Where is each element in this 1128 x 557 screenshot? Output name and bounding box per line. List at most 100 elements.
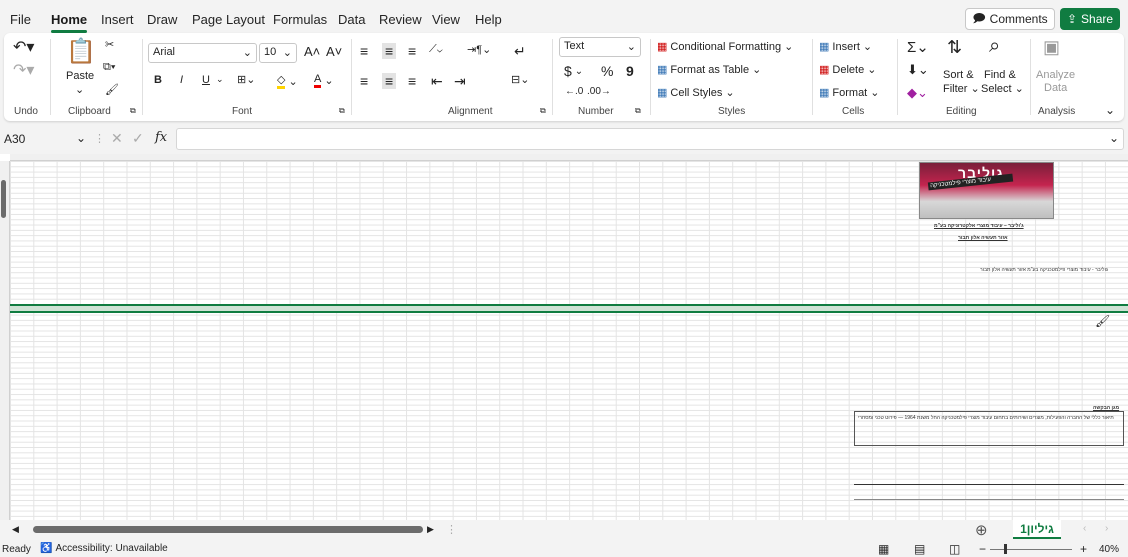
menu-tab-file[interactable]: File [10, 12, 31, 27]
menu-tab-insert[interactable]: Insert [101, 12, 134, 27]
comments-button[interactable]: 🗩 Comments [965, 8, 1055, 30]
next-sheet-icon[interactable]: › [1105, 523, 1108, 534]
cell-styles-button[interactable]: ▦ Cell Styles ⌄ [657, 86, 735, 100]
add-sheet-icon[interactable]: ⊕ [975, 521, 988, 539]
font-name-select[interactable]: Arial ⌄ [148, 43, 257, 63]
text-direction-icon[interactable]: ⇥¶⌄ [467, 43, 491, 56]
insert-cells-button[interactable]: ▦ Insert ⌄ [819, 40, 872, 54]
zoom-level[interactable]: 40% [1099, 544, 1119, 555]
font-size-select[interactable]: 10 ⌄ [259, 43, 297, 63]
prev-sheet-icon[interactable]: ‹ [1083, 523, 1086, 534]
copy-icon[interactable]: ⧉▾ [103, 61, 115, 74]
increase-indent-icon[interactable]: ⇥ [454, 73, 466, 90]
currency-button[interactable]: $ ⌄ [564, 63, 583, 79]
scroll-left-icon[interactable]: ◀ [12, 524, 19, 535]
menu-tab-page-layout[interactable]: Page Layout [192, 12, 265, 27]
undo-icon[interactable]: ↶▾ [13, 37, 34, 57]
sheet-tab[interactable]: גיליון1 [1013, 520, 1061, 539]
bold-button[interactable]: B [154, 74, 162, 86]
scroll-right-icon[interactable]: ▶ [427, 524, 434, 535]
cancel-icon[interactable]: ✕ [111, 130, 123, 147]
conditional-formatting-button[interactable]: ▦ Conditional Formatting ⌄ [657, 40, 793, 54]
increase-decimal-icon[interactable]: ←.0 [565, 86, 583, 97]
align-top-icon[interactable]: ≡ [360, 43, 368, 59]
redo-icon[interactable]: ↷▾ [13, 60, 34, 80]
page-break-view-icon[interactable]: ◫ [949, 542, 960, 556]
align-bottom-icon[interactable]: ≡ [408, 43, 416, 59]
company-logo[interactable]: גוליבר עיבוד מוצרי פילמטכניקה [919, 162, 1054, 219]
expand-formula-icon[interactable]: ⌄ [1109, 131, 1119, 145]
normal-view-icon[interactable]: ▦ [878, 542, 889, 556]
analyze-data-label[interactable]: Analyze [1036, 69, 1075, 81]
name-box[interactable]: A30 ⌄ [2, 129, 90, 149]
sort-filter-label[interactable]: Sort & [943, 69, 974, 81]
comma-button[interactable]: 9 [626, 63, 634, 79]
font-color-icon[interactable]: A ⌄ [314, 73, 334, 88]
search-icon[interactable]: ⌕ [989, 35, 1000, 58]
align-center-icon[interactable]: ≡ [382, 73, 397, 89]
insert-function-button[interactable]: fx [155, 130, 167, 145]
clear-icon[interactable]: ◆⌄ [907, 85, 928, 101]
analyze-data-label-2[interactable]: Data [1044, 82, 1067, 94]
merge-center-icon[interactable]: ⊟⌄ [511, 73, 529, 86]
dialog-launcher-icon[interactable]: ⧉ [130, 106, 136, 116]
more-icon[interactable]: ⋮ [94, 132, 105, 145]
more-icon[interactable]: ⋮ [446, 523, 457, 536]
zoom-slider[interactable] [990, 549, 1072, 550]
formula-input[interactable]: ⌄ [176, 128, 1124, 150]
enter-icon[interactable]: ✓ [132, 130, 144, 147]
wrap-text-icon[interactable]: ↵ [514, 43, 526, 60]
chevron-down-icon[interactable]: ⌄ [76, 131, 86, 145]
cut-icon[interactable]: ✂ [105, 38, 114, 51]
find-select-label[interactable]: Find & [984, 69, 1016, 81]
menu-tab-help[interactable]: Help [475, 12, 502, 27]
fill-color-icon[interactable]: ◇ ⌄ [277, 73, 298, 89]
sort-filter-icon[interactable]: ⇅ [947, 37, 962, 58]
align-left-icon[interactable]: ≡ [360, 73, 368, 89]
menu-tab-home[interactable]: Home [51, 12, 88, 33]
vertical-scrollbar[interactable] [0, 154, 10, 520]
format-cells-button[interactable]: ▦ Format ⌄ [819, 86, 879, 100]
orientation-icon[interactable]: ⟋⌄ [429, 43, 443, 56]
paste-icon[interactable]: 📋 [66, 37, 96, 66]
menu-tab-draw[interactable]: Draw [147, 12, 177, 27]
horizontal-scrollbar[interactable] [33, 526, 423, 533]
align-middle-icon[interactable]: ≡ [382, 43, 397, 59]
zoom-slider-thumb[interactable] [1004, 544, 1007, 554]
dialog-launcher-icon[interactable]: ⧉ [339, 106, 345, 116]
zoom-in-icon[interactable]: + [1080, 542, 1087, 556]
format-as-table-button[interactable]: ▦ Format as Table ⌄ [657, 63, 761, 77]
percent-button[interactable]: % [601, 63, 613, 79]
menu-tab-view[interactable]: View [432, 12, 460, 27]
menu-tab-review[interactable]: Review [379, 12, 422, 27]
autosum-icon[interactable]: Σ⌄ [907, 38, 929, 56]
accessibility-status[interactable]: ♿ Accessibility: Unavailable [40, 543, 168, 554]
menu-tab-formulas[interactable]: Formulas [273, 12, 327, 27]
delete-cells-button[interactable]: ▦ Delete ⌄ [819, 63, 876, 77]
zoom-out-icon[interactable]: − [979, 542, 986, 556]
decrease-font-icon[interactable]: A˅ [326, 44, 342, 59]
share-button[interactable]: ⇪ Share [1060, 8, 1120, 30]
dialog-launcher-icon[interactable]: ⧉ [635, 106, 641, 116]
decrease-decimal-icon[interactable]: .00→ [587, 86, 611, 97]
paste-label[interactable]: Paste [66, 70, 94, 82]
dialog-launcher-icon[interactable]: ⧉ [540, 106, 546, 116]
underline-button[interactable]: U [202, 74, 210, 86]
analyze-data-icon[interactable]: ▣ [1043, 37, 1060, 58]
align-right-icon[interactable]: ≡ [408, 73, 416, 89]
fill-icon[interactable]: ⬇⌄ [907, 62, 929, 78]
selected-row[interactable] [10, 304, 1128, 313]
page-layout-view-icon[interactable]: ▤ [914, 542, 925, 556]
chevron-down-icon[interactable]: ⌄ [75, 83, 84, 96]
increase-font-icon[interactable]: A˄ [304, 44, 320, 59]
decrease-indent-icon[interactable]: ⇤ [431, 73, 443, 90]
chevron-down-icon[interactable]: ⌄ [216, 74, 224, 85]
format-painter-icon[interactable]: 🖌 [105, 83, 119, 96]
italic-button[interactable]: I [180, 74, 183, 86]
borders-icon[interactable]: ⊞⌄ [237, 73, 255, 86]
text-box[interactable]: תיאור כללי של החברה והפעילות, מוצרים ושי… [854, 411, 1124, 446]
find-select-label-2[interactable]: Select ⌄ [981, 82, 1024, 96]
collapse-ribbon-icon[interactable]: ⌄ [1105, 103, 1115, 117]
number-format-select[interactable]: Text ⌄ [559, 37, 641, 57]
sort-filter-label-2[interactable]: Filter ⌄ [943, 82, 980, 96]
